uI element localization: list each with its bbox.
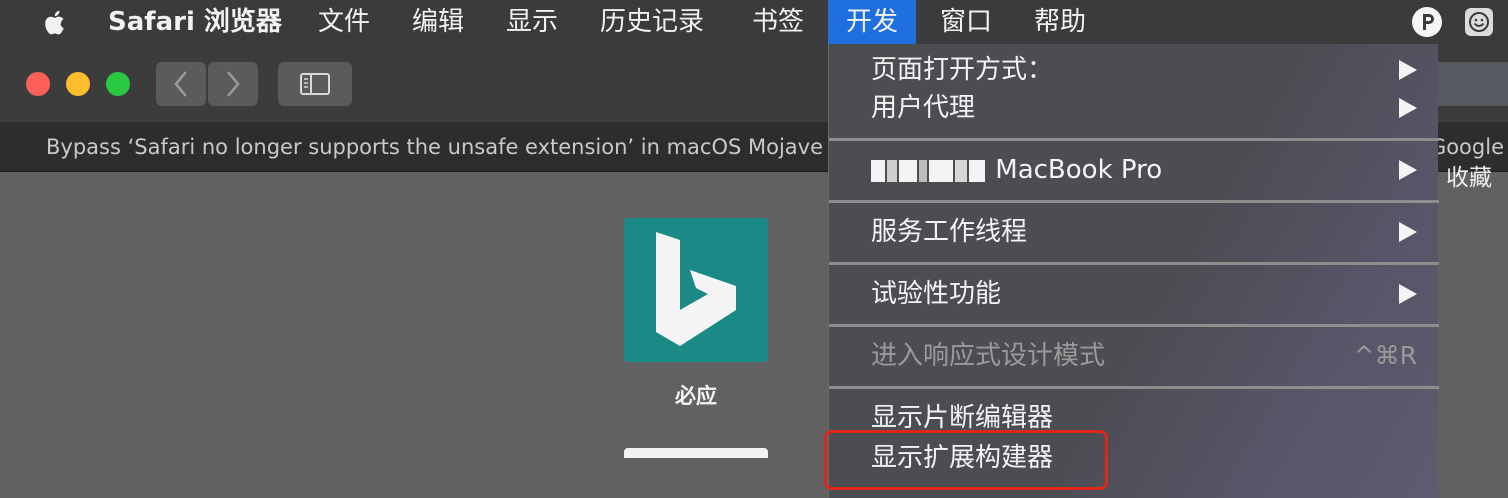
chevron-right-icon [227,71,240,97]
apple-icon[interactable] [38,6,72,40]
submenu-arrow-icon [1399,98,1417,118]
redacted-device-name [871,155,995,185]
menu-item-macbook-pro[interactable]: MacBook Pro [829,150,1439,190]
menu-item-label: MacBook Pro [871,150,1162,190]
menu-item-label: 页面打开方式： [871,55,1054,85]
minimize-window-button[interactable] [66,72,90,96]
submenu-arrow-icon [1399,60,1417,80]
menu-view[interactable]: 显示 [506,0,558,44]
forward-button[interactable] [208,62,258,106]
menu-separator [829,324,1439,327]
menu-item-open-page-with[interactable]: 页面打开方式： [829,50,1439,90]
menu-develop[interactable]: 开发 [828,0,917,44]
menu-window[interactable]: 窗口 [940,0,992,44]
menu-separator [829,262,1439,265]
tab-title[interactable]: Bypass ‘Safari no longer supports the un… [46,122,862,172]
menu-separator [829,138,1439,141]
submenu-arrow-icon [1399,222,1417,242]
shortcut-label: ^⌘R [1353,341,1417,370]
menu-item-label: 服务工作线程 [871,217,1028,247]
menu-item-label: 用户代理 [871,93,976,123]
menu-edit[interactable]: 编辑 [412,0,464,44]
bing-favorite-tile[interactable] [624,218,768,362]
bing-logo-icon [656,232,736,346]
sidebar-toggle-button[interactable] [278,62,352,106]
favorites-label: 收藏 [1446,165,1492,191]
device-name-label: MacBook Pro [995,155,1163,185]
close-window-button[interactable] [26,72,50,96]
menu-item-service-workers[interactable]: 服务工作线程 [829,212,1439,252]
submenu-arrow-icon [1399,284,1417,304]
sidebar-icon [300,73,330,95]
menu-item-responsive-design-mode: 进入响应式设计模式 ^⌘R [829,336,1439,376]
menu-app-name[interactable]: Safari 浏览器 [108,0,282,44]
menu-item-label: 进入响应式设计模式 [871,341,1106,371]
menu-bookmarks[interactable]: 书签 [752,0,804,44]
smiley-icon[interactable] [1464,7,1494,37]
chevron-left-icon [174,71,187,97]
submenu-arrow-icon [1399,160,1417,180]
menu-item-user-agent[interactable]: 用户代理 [829,88,1439,128]
menu-help[interactable]: 帮助 [1034,0,1086,44]
menu-file[interactable]: 文件 [318,0,370,44]
menu-item-experimental-features[interactable]: 试验性功能 [829,274,1439,314]
address-bar[interactable] [1432,62,1508,106]
menu-bar: Safari 浏览器 文件 编辑 显示 历史记录 书签 开发 窗口 帮助 [0,0,1508,44]
back-button[interactable] [156,62,206,106]
menu-item-label: 试验性功能 [871,279,1002,309]
menu-separator [829,386,1439,389]
menu-history[interactable]: 历史记录 [600,0,704,44]
favorite-name: 必应 [675,384,717,408]
zoom-window-button[interactable] [106,72,130,96]
menu-separator [829,200,1439,203]
favorite-tile-next[interactable] [624,448,768,458]
p-app-icon[interactable] [1412,7,1442,37]
highlight-outline [824,430,1108,490]
